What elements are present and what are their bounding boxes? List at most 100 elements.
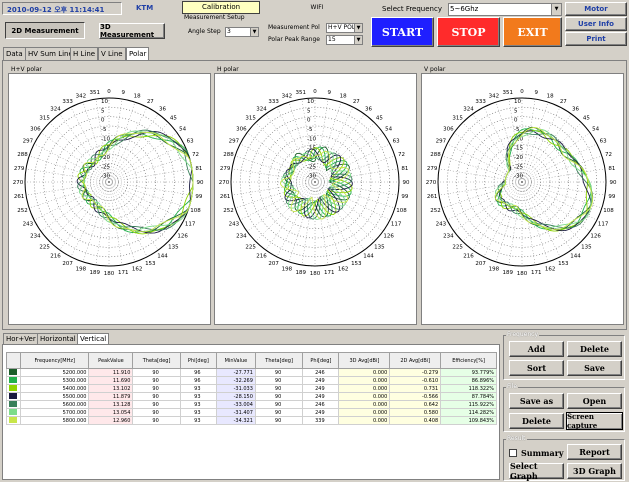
angle-label: 189 [296,270,307,276]
angle-label: 63 [600,139,607,145]
view-tab-strip: Data HV Sum Line H Line V Line Polar [3,47,563,61]
grid-spoke [29,155,110,183]
col-header[interactable]: Efficiency[%] [440,352,497,369]
table-cell: 5200.000 [19,368,90,377]
polar-peak-range-select[interactable]: 15 ▼ [326,35,363,45]
row-color-swatch[interactable] [6,376,21,385]
angle-label: 351 [296,90,307,96]
chevron-down-icon: ▼ [354,36,362,44]
grid-spoke [246,181,316,232]
angle-label: 162 [132,267,143,273]
grid-spoke [70,181,110,257]
col-header[interactable]: PeakValue [88,352,134,369]
select-graph-button[interactable]: Select Graph [509,461,564,481]
angle-label: 261 [14,194,25,200]
angle-label: 261 [427,194,438,200]
grid-spoke [438,181,523,196]
col-header[interactable]: 2D Avg[dBi] [389,352,442,369]
angle-label: 81 [195,166,202,172]
table-cell: 0.000 [338,416,391,425]
angle-label: 297 [436,139,447,145]
angle-step-select[interactable]: 3 ▼ [225,27,259,37]
col-header[interactable]: Frequency[MHz] [19,352,90,369]
save-as-button[interactable]: Save as [509,393,564,409]
col-header[interactable]: Theta[deg] [132,352,181,369]
table-row[interactable]: 5600.000 13.128 90 93 -33.004 90 246 0.000 0.642… [6,400,497,409]
angle-label: 315 [245,116,256,122]
screen-capture-button[interactable]: Screen capture [566,412,623,430]
angle-label: 90 [610,180,617,186]
row-color-swatch[interactable] [6,368,21,377]
col-header[interactable]: MinValue [215,352,256,369]
angle-label: 243 [23,221,34,227]
wifi-tab[interactable]: WIFI [262,2,372,13]
col-header[interactable]: 3D Avg[dBi] [338,352,391,369]
exit-button[interactable]: EXIT [503,17,562,47]
table-cell: -33.004 [215,400,256,409]
angle-label: 45 [170,116,177,122]
print-button[interactable]: Print [565,32,627,46]
add-button[interactable]: Add [509,341,564,357]
open-button[interactable]: Open [567,393,622,409]
grid-spoke [25,168,110,183]
table-cell: 249 [302,384,340,393]
checkbox-box[interactable] [509,449,517,457]
col-header[interactable]: Phi[deg] [302,352,340,369]
row-color-swatch[interactable] [6,400,21,409]
table-row[interactable]: 5800.000 12.960 90 93 -34.321 90 339 0.000 0.408… [6,416,497,425]
chevron-down-icon: ▼ [250,28,258,36]
2d-measurement-button[interactable]: 2D Measurement [5,22,85,39]
row-color-swatch[interactable] [6,392,21,401]
angle-label: 54 [592,127,599,133]
tab-horizontal[interactable]: Horizontal [37,333,79,344]
grid-spoke [521,155,602,183]
summary-checkbox[interactable]: Summary [509,445,564,461]
select-frequency-label: Select Frequency [382,5,442,13]
delete-frequency-button[interactable]: Delete [567,341,622,357]
3d-measurement-button[interactable]: 3D Measurement [99,23,165,39]
table-row[interactable]: 5500.000 11.879 90 93 -28.150 90 249 0.000 -0.56… [6,392,497,401]
start-button[interactable]: START [371,17,434,47]
tab-hor-ver[interactable]: Hor+Ver [3,333,39,344]
sort-button[interactable]: Sort [509,360,564,376]
angle-label: 144 [157,254,168,260]
col-header[interactable]: Theta[deg] [254,352,304,369]
col-header[interactable]: Phi[deg] [179,352,217,369]
user-info-button[interactable]: User Info [565,17,627,31]
table-cell: 5400.000 [19,384,90,393]
grid-spoke [108,181,193,196]
angle-label: 9 [534,90,538,96]
calibration-tab[interactable]: Calibration [182,1,260,14]
table-row[interactable]: 5300.000 11.690 90 96 -32.269 90 249 0.000 -0.61… [6,376,497,385]
table-row[interactable]: 5200.000 11.910 90 96 -27.771 90 246 0.000 -0.27… [6,368,497,377]
table-header-row: Frequency[MHz] PeakValue Theta[deg] Phi[… [6,352,497,369]
angle-label: 234 [236,233,247,239]
table-cell: 0.731 [389,384,442,393]
measurement-pol-select[interactable]: H+V POL ▼ [326,23,363,33]
tab-data[interactable]: Data [3,47,26,60]
row-color-swatch[interactable] [6,416,21,425]
angle-label: 63 [393,139,400,145]
save-button[interactable]: Save [567,360,622,376]
tab-h-line[interactable]: H Line [70,47,99,60]
stop-button[interactable]: STOP [437,17,500,47]
delete-file-button[interactable]: Delete [509,413,564,429]
tab-hv-sum-line[interactable]: HV Sum Line [25,47,76,60]
report-button[interactable]: Report [567,444,622,460]
angle-label: 153 [351,261,362,267]
angle-label: 198 [282,267,293,273]
table-cell: 249 [302,408,340,417]
3d-graph-button[interactable]: 3D Graph [567,463,622,479]
table-cell: 13.128 [88,400,134,409]
tab-v-line[interactable]: V Line [98,47,126,60]
select-frequency-select[interactable]: 5~6Ghz ▼ [448,3,562,16]
table-cell: 90 [254,368,304,377]
row-color-swatch[interactable] [6,384,21,393]
angle-label: 27 [560,99,567,105]
row-color-swatch[interactable] [6,408,21,417]
tab-polar[interactable]: Polar [126,47,150,61]
table-row[interactable]: 5700.000 13.054 90 93 -31.407 90 249 0.000 0.580… [6,408,497,417]
table-row[interactable]: 5400.000 13.102 90 93 -31.033 90 249 0.000 0.731… [6,384,497,393]
grid-spoke [231,168,316,183]
motor-button[interactable]: Motor [565,2,627,16]
